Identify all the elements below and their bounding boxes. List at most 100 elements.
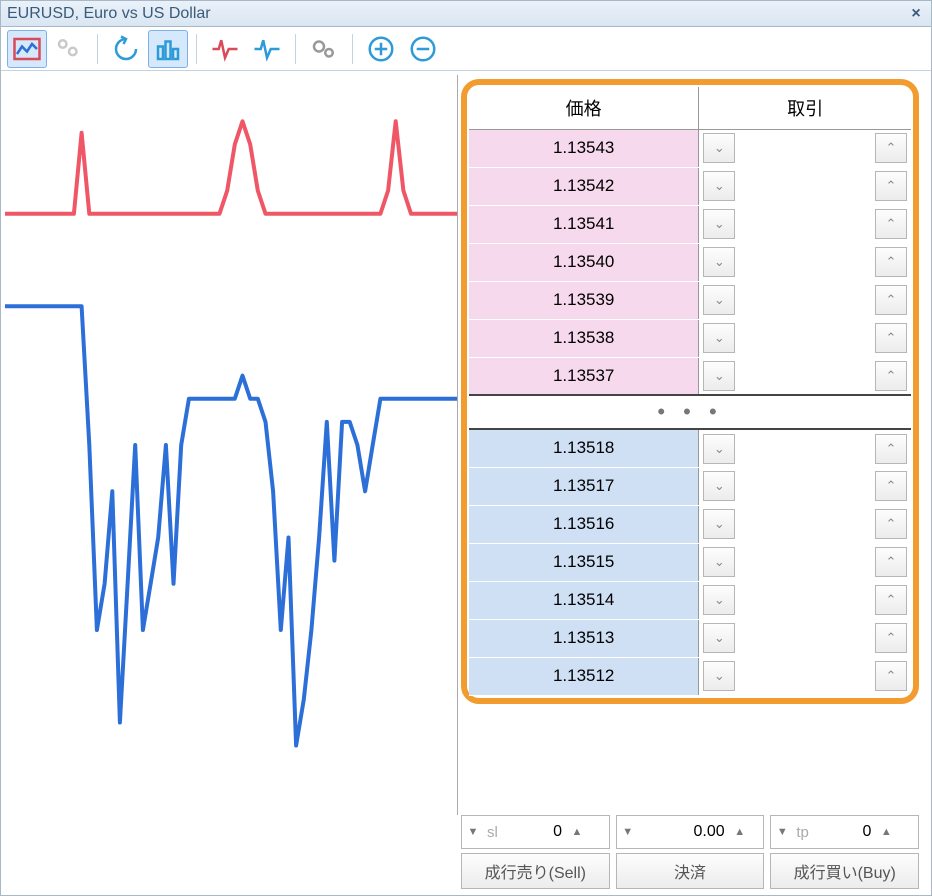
toolbar-separator [295,34,296,64]
dom-row-bid[interactable]: 1.13513⌄⌃ [469,619,911,657]
sl-input[interactable] [504,823,566,841]
dom-row-ask[interactable]: 1.13540⌄⌃ [469,243,911,281]
trade-cell: ⌄⌃ [699,243,911,281]
spread-row: • • • [469,395,911,429]
buy-at-price-button[interactable]: ⌃ [875,285,907,315]
price-cell: 1.13537 [469,357,699,395]
buy-at-price-button[interactable]: ⌃ [875,623,907,653]
chevron-up-icon[interactable]: ▲ [729,826,751,838]
chevron-up-icon[interactable]: ▲ [566,826,588,838]
tick-chart [5,75,457,815]
spread-indicator: • • • [469,395,911,429]
zoom-in-button[interactable] [361,30,401,68]
buy-at-price-button[interactable]: ⌃ [875,209,907,239]
chevron-down-icon[interactable]: ▼ [617,826,639,838]
tp-placeholder: tp [793,824,813,841]
buy-at-price-button[interactable]: ⌃ [875,547,907,577]
close-icon[interactable]: × [907,5,925,23]
bubbles-button[interactable] [304,30,344,68]
dom-row-bid[interactable]: 1.13514 ⌄ ⌃ [469,581,911,619]
sell-at-price-button[interactable]: ⌄ [703,171,735,201]
price-cell: 1.13539 [469,281,699,319]
sell-at-price-button[interactable]: ⌄ [703,471,735,501]
dom-row-bid[interactable]: 1.13512⌄⌃ [469,657,911,695]
buy-at-price-button[interactable]: ⌃ [875,361,907,391]
chevron-down-icon: ⌄ [714,592,725,608]
price-cell: 1.13515 [469,543,699,581]
price-cell: 1.13514 [469,581,699,619]
price-cell: 1.13513 [469,619,699,657]
depth-view-button [49,30,89,68]
chevron-down-icon: ⌄ [714,254,725,270]
pulse1-button[interactable] [205,30,245,68]
chevron-down-icon: ⌄ [714,516,725,532]
trade-cell: ⌄⌃ [699,467,911,505]
sell-at-price-button[interactable]: ⌄ [703,209,735,239]
trade-cell: ⌄⌃ [699,543,911,581]
pulse2-button[interactable] [247,30,287,68]
tick-chart-button[interactable] [7,30,47,68]
sell-at-price-button[interactable]: ⌄ [703,623,735,653]
dom-row-ask[interactable]: 1.13543⌄⌃ [469,129,911,167]
sell-at-price-button[interactable]: ⌄ [703,323,735,353]
sell-at-price-button[interactable]: ⌄ [703,361,735,391]
sell-at-price-button[interactable]: ⌄ [703,434,735,464]
chevron-down-icon: ⌄ [714,554,725,570]
chevron-up-icon: ⌃ [886,516,897,532]
dom-row-bid[interactable]: 1.13515⌄⌃ [469,543,911,581]
close-button[interactable]: 決済 [616,853,765,889]
dom-row-bid[interactable]: 1.13516⌄⌃ [469,505,911,543]
chevron-up-icon: ⌃ [886,330,897,346]
chevron-up-icon: ⌃ [886,368,897,384]
trade-cell: ⌄⌃ [699,205,911,243]
buy-at-price-button[interactable]: ⌃ [875,434,907,464]
sell-at-price-button[interactable]: ⌄ [703,585,735,615]
tp-spinner[interactable]: ▼ tp ▲ [770,815,919,849]
sell-at-price-button[interactable]: ⌄ [703,661,735,691]
chevron-up-icon[interactable]: ▲ [875,826,897,838]
buy-at-price-button[interactable]: ⌃ [875,661,907,691]
chart-series-ask [5,121,457,214]
dom-row-bid[interactable]: 1.13518⌄⌃ [469,429,911,467]
buy-at-price-button[interactable]: ⌃ [875,323,907,353]
sell-button[interactable]: 成行売り(Sell) [461,853,610,889]
replay-button[interactable] [106,30,146,68]
bar-chart-button[interactable] [148,30,188,68]
sell-at-price-button[interactable]: ⌄ [703,247,735,277]
lots-input[interactable] [639,823,729,841]
sell-at-price-button[interactable]: ⌄ [703,285,735,315]
trade-cell: ⌄⌃ [699,619,911,657]
sell-at-price-button[interactable]: ⌄ [703,547,735,577]
chevron-up-icon: ⌃ [886,292,897,308]
dom-row-ask[interactable]: 1.13539⌄ ⌃ [469,281,911,319]
buy-at-price-button[interactable]: ⌃ [875,585,907,615]
sell-at-price-button[interactable]: ⌄ [703,133,735,163]
buy-at-price-button[interactable]: ⌃ [875,509,907,539]
pulse2-icon [252,34,282,64]
chevron-down-icon[interactable]: ▼ [771,826,793,838]
replay-icon [111,34,141,64]
buy-at-price-button[interactable]: ⌃ [875,133,907,163]
chevron-down-icon[interactable]: ▼ [462,826,484,838]
sl-spinner[interactable]: ▼ sl ▲ [461,815,610,849]
buy-at-price-button[interactable]: ⌃ [875,471,907,501]
chevron-down-icon: ⌄ [714,140,725,156]
tp-input[interactable] [813,823,875,841]
chevron-down-icon: ⌄ [714,668,725,684]
buy-at-price-button[interactable]: ⌃ [875,171,907,201]
sell-at-price-button[interactable]: ⌄ [703,509,735,539]
trade-cell: ⌄⌃ [699,657,911,695]
dom-row-ask[interactable]: 1.13538⌄⌃ [469,319,911,357]
dom-row-ask[interactable]: 1.13542⌄⌃ [469,167,911,205]
chevron-down-icon: ⌄ [714,178,725,194]
buy-at-price-button[interactable]: ⌃ [875,247,907,277]
tick-chart-icon [12,34,42,64]
buy-button[interactable]: 成行買い(Buy) [770,853,919,889]
dom-row-ask[interactable]: 1.13537⌄ ⌃ [469,357,911,395]
col-trade: 取引 [699,87,911,129]
dom-row-bid[interactable]: 1.13517⌄⌃ [469,467,911,505]
zoom-out-button[interactable] [403,30,443,68]
dom-row-ask[interactable]: 1.13541⌄⌃ [469,205,911,243]
lots-spinner[interactable]: ▼ ▲ [616,815,765,849]
content: 価格 取引 1.13543⌄⌃1.13542⌄⌃1.13541⌄⌃1.13540… [1,71,931,895]
